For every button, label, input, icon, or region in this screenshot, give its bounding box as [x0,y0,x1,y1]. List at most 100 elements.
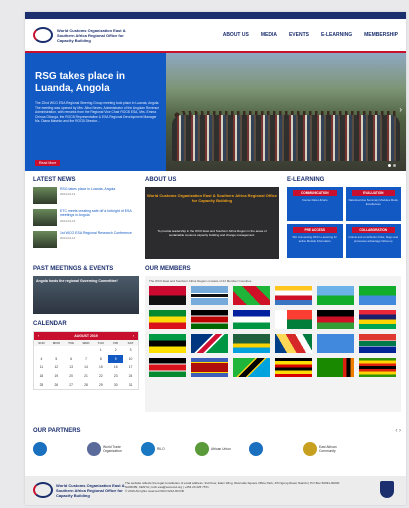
e-learning-card[interactable]: COLLABORATION Grants and contribution Fil… [345,224,401,258]
footer-logo[interactable]: World Customs Organization East & Southe… [33,482,126,498]
flag-rwanda-icon[interactable] [233,334,270,353]
calendar-day[interactable]: 3 [123,346,138,355]
footer-logo-text: World Customs Organization East & Southe… [56,482,125,498]
nav-e-learning[interactable]: E-LEARNING [321,32,352,38]
latest-news-title: LATEST NEWS [33,177,76,183]
wco-logo-icon [33,27,53,43]
news-item[interactable]: RSG takes place in Luanda, Angola 2024-04… [33,187,137,205]
about-us-box[interactable]: World Customs Organization East & Southe… [145,187,279,259]
partner-logo[interactable]: World Trade Organization [87,440,135,458]
footer-badge-icon [380,481,394,498]
flag-seychelles-icon[interactable] [275,334,312,353]
flag-ethiopia-icon[interactable] [149,310,186,329]
flag-mozambique-icon[interactable] [149,334,186,353]
read-more-button[interactable]: Read More [35,160,61,166]
next-slide-icon[interactable]: › [399,105,402,114]
past-meeting-photo[interactable]: Angola hosts the regional Governing Comm… [33,276,139,314]
calendar-day[interactable]: 17 [123,363,138,372]
nav-membership[interactable]: MEMBERSHIP [364,32,398,38]
calendar-day[interactable]: 8 [93,355,108,364]
calendar-day[interactable]: 19 [49,372,64,381]
flag-tanzania-icon[interactable] [233,358,270,377]
calendar-day[interactable]: 24 [123,372,138,381]
nav-media[interactable]: MEDIA [261,32,277,38]
calendar-day[interactable]: 6 [64,355,79,364]
flag-namibia-icon[interactable] [191,334,228,353]
flag-eritrea-icon[interactable] [359,286,396,305]
calendar-day[interactable]: 12 [49,363,64,372]
calendar-day[interactable]: 20 [64,372,79,381]
prev-month-icon[interactable]: ‹ [38,334,39,338]
calendar-day[interactable]: 18 [34,372,49,381]
calendar-day[interactable]: 2 [108,346,123,355]
flag-angola-icon[interactable] [149,286,186,305]
calendar-day[interactable]: 30 [108,381,123,390]
flag-comoros-icon[interactable] [275,286,312,305]
card-body: Course Data Librarie [301,198,328,202]
flag-zimbabwe-icon[interactable] [359,358,396,377]
slider-dot[interactable] [388,164,391,167]
partner-emblem-icon [33,442,47,456]
partner-logo[interactable]: East African Community [303,440,351,458]
calendar-day[interactable]: 14 [79,363,94,372]
calendar-day[interactable]: 21 [79,372,94,381]
flag-madagascar-icon[interactable] [275,310,312,329]
flag-south-africa-icon[interactable] [359,334,396,353]
calendar: CALENDAR ‹ AUGUST 2019 › SUN MON TUE WED THU… [33,321,139,391]
news-item[interactable]: ETC meets creating safe off a fortnight … [33,209,137,227]
e-learning-card[interactable]: PRE ACCESS WC Connecting WCO e-learning f… [287,224,343,258]
partner-logo[interactable]: African Union [195,440,243,458]
footer-text: The website reflects the legal constitut… [125,481,345,493]
e-learning-card[interactable]: COMMUNICATION Course Data Librarie [287,187,343,221]
calendar-day[interactable]: 15 [93,363,108,372]
calendar-day[interactable]: 11 [34,363,49,372]
news-item[interactable]: 1st WCO ESA Regional Research Conference… [33,231,137,249]
partner-emblem-icon [303,442,317,456]
flag-kenya-icon[interactable] [191,310,228,329]
calendar-day[interactable]: 31 [123,381,138,390]
past-meeting-caption: Angola hosts the regional Governing Comm… [36,279,118,283]
nav-events[interactable]: EVENTS [289,32,309,38]
calendar-day[interactable]: 16 [108,363,123,372]
calendar-day[interactable]: 25 [34,381,49,390]
calendar-day[interactable]: 1 [93,346,108,355]
flag-burundi-icon[interactable] [233,286,270,305]
partner-logo[interactable]: RILO [141,440,189,458]
past-meetings-title: PAST MEETINGS & EVENTS [33,266,114,272]
calendar-day[interactable]: 5 [49,355,64,364]
site-logo[interactable]: World Customs Organization East & Southe… [33,27,127,43]
flag-djibouti-icon[interactable] [317,286,354,305]
nav-about-us[interactable]: ABOUT US [223,32,249,38]
flag-botswana-icon[interactable] [191,286,228,305]
calendar-day[interactable]: 9 [108,354,124,364]
flag-grid [149,286,396,377]
flag-uganda-icon[interactable] [275,358,312,377]
calendar-day[interactable]: 26 [49,381,64,390]
partner-carousel-arrows-icon[interactable]: ‹ › [395,428,401,434]
news-title[interactable]: ETC meets creating safe off a fortnight … [60,209,137,218]
members-note: The WCO East and Southern Africa Region … [149,279,252,283]
calendar-day[interactable]: 27 [64,381,79,390]
flag-eswatini-icon[interactable] [191,358,228,377]
calendar-day[interactable]: 22 [93,372,108,381]
calendar-day[interactable]: 7 [79,355,94,364]
flag-malawi-icon[interactable] [317,310,354,329]
e-learning-card[interactable]: EVALUATION Data Exercise Summary Modules … [345,187,401,221]
calendar-day[interactable]: 4 [34,355,49,364]
partner-logo[interactable] [249,440,297,458]
flag-lesotho-icon[interactable] [233,310,270,329]
news-title[interactable]: RSG takes place in Luanda, Angola [60,187,115,191]
calendar-day[interactable]: 13 [64,363,79,372]
next-month-icon[interactable]: › [133,334,134,338]
flag-south-sudan-icon[interactable] [149,358,186,377]
flag-mauritius-icon[interactable] [359,310,396,329]
calendar-day[interactable]: 10 [123,355,138,364]
slider-dot[interactable] [393,164,396,167]
calendar-day[interactable]: 28 [79,381,94,390]
partner-logo[interactable] [33,440,81,458]
news-title[interactable]: 1st WCO ESA Regional Research Conference [60,231,132,235]
flag-zambia-icon[interactable] [317,358,354,377]
calendar-day[interactable]: 29 [93,381,108,390]
flag-somalia-icon[interactable] [317,334,354,353]
calendar-day[interactable]: 23 [108,372,123,381]
